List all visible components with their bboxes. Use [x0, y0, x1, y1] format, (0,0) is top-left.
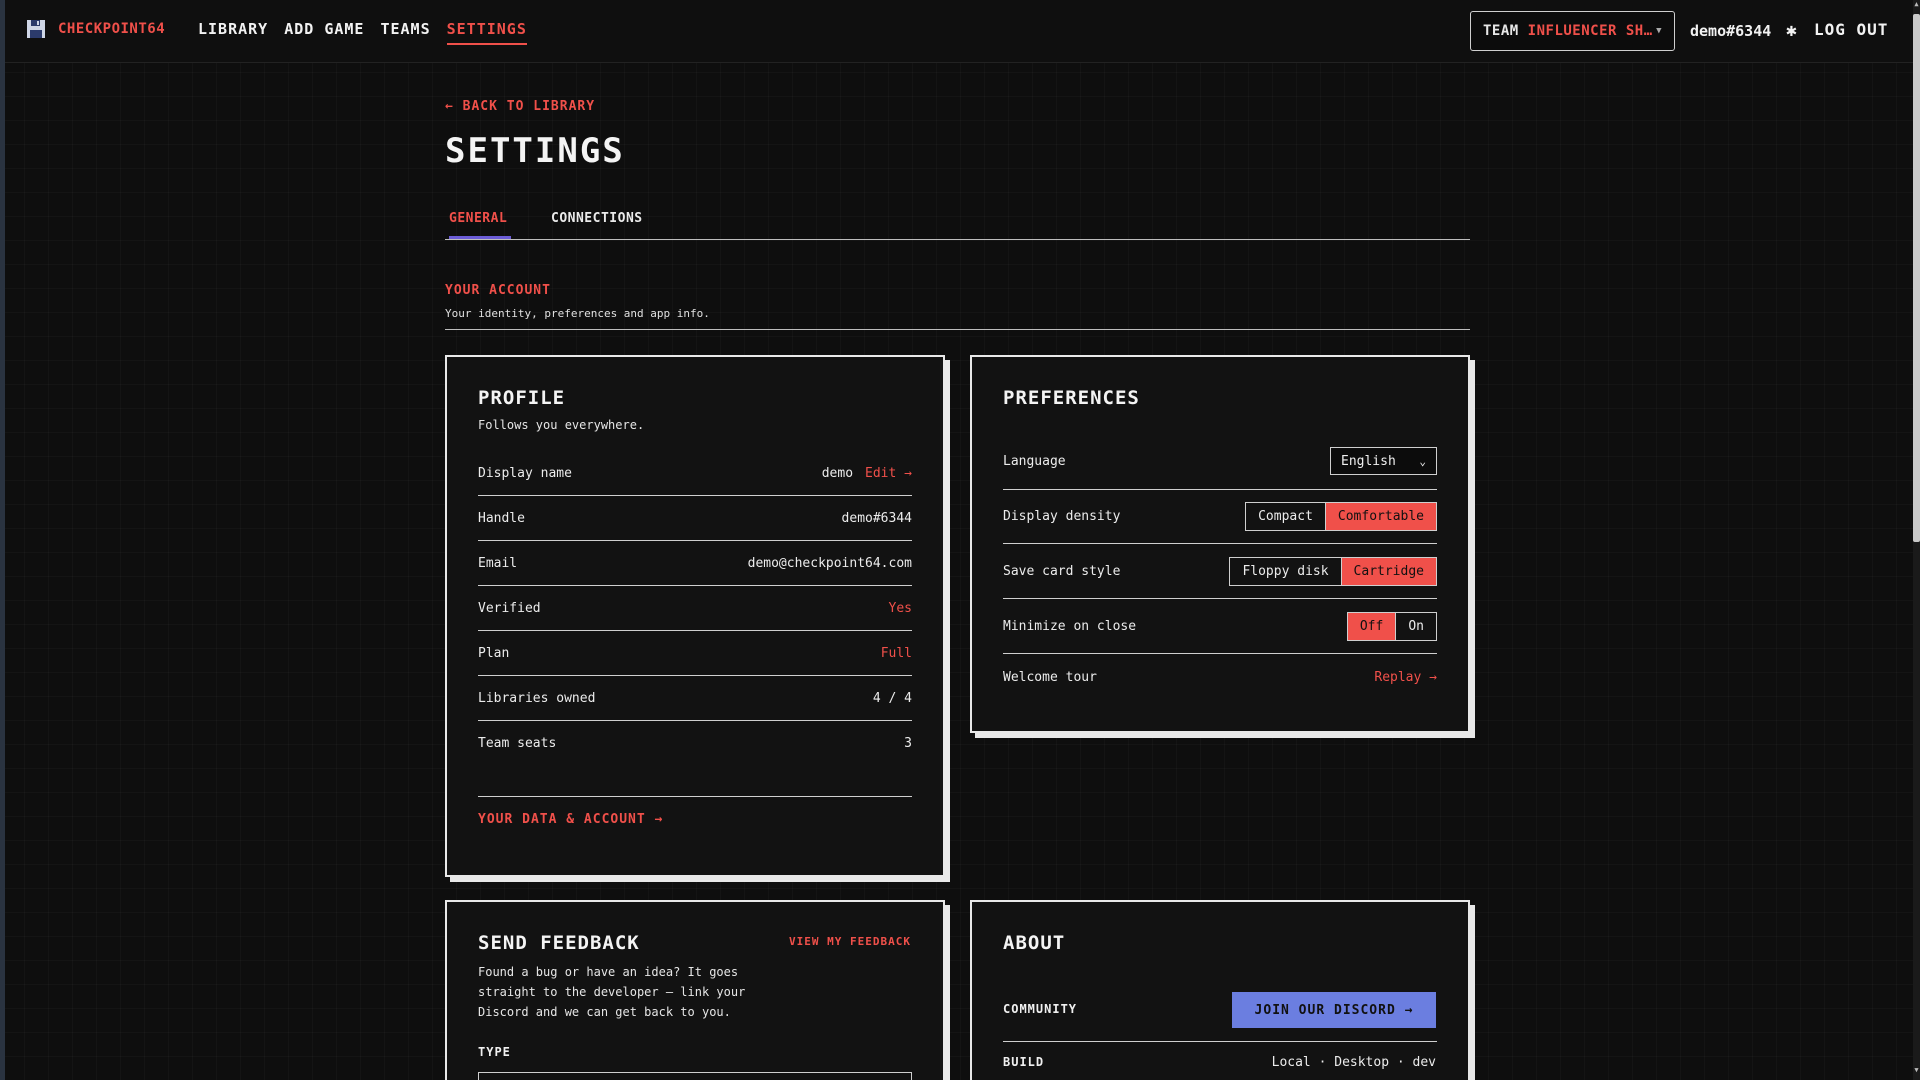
row-value: demo#6344 [841, 510, 912, 526]
tab-connections[interactable]: CONNECTIONS [551, 211, 643, 236]
feedback-description: Found a bug or have an idea? It goes str… [478, 962, 745, 1022]
density-compact-option[interactable]: Compact [1246, 503, 1325, 530]
floppy-disk-icon [27, 20, 45, 38]
chevron-down-icon: ⌄ [1419, 454, 1426, 468]
about-card: ABOUT COMMUNITY JOIN OUR DISCORD → BUILD… [970, 900, 1470, 1080]
join-discord-button[interactable]: JOIN OUR DISCORD → [1232, 992, 1436, 1028]
feedback-line: Discord and we can get back to you. [478, 1005, 731, 1019]
logout-button[interactable]: LOG OUT [1814, 20, 1888, 39]
profile-row-display-name: Display name demo Edit → [478, 451, 912, 496]
top-navigation-bar: CHECKPOINT64 LIBRARY ADD GAME TEAMS SETT… [5, 0, 1913, 63]
row-label: Handle [478, 510, 525, 526]
background-window-edge [0, 0, 5, 1080]
user-handle[interactable]: demo#6344 [1690, 22, 1771, 40]
preferences-card: PREFERENCES Language English ⌄ Display d… [970, 355, 1470, 733]
row-value: 4 / 4 [872, 690, 912, 706]
team-select[interactable]: TEAM INFLUENCER SH… ▼ [1470, 11, 1675, 51]
profile-row-handle: Handle demo#6344 [478, 496, 912, 541]
about-title: ABOUT [1003, 932, 1066, 954]
pref-row-tour: Welcome tour Replay → [1003, 654, 1437, 700]
section-divider [445, 329, 1470, 330]
scroll-up-arrow-icon[interactable]: ▲ [1913, 0, 1920, 10]
card-style-label: Save card style [1003, 563, 1121, 579]
feedback-line: Found a bug or have an idea? It goes [478, 965, 739, 979]
row-value: Yes [888, 600, 912, 616]
team-name: INFLUENCER SH… [1527, 23, 1653, 39]
brand[interactable]: CHECKPOINT64 [26, 19, 165, 39]
tab-general[interactable]: GENERAL [449, 211, 512, 239]
feedback-title: SEND FEEDBACK [478, 932, 640, 954]
data-account-link[interactable]: YOUR DATA & ACCOUNT → [478, 812, 663, 827]
section-title: YOUR ACCOUNT [445, 283, 551, 298]
about-divider [1003, 1041, 1437, 1042]
row-value: demo@checkpoint64.com [747, 555, 912, 571]
tour-label: Welcome tour [1003, 669, 1097, 685]
pref-row-density: Display density Compact Comfortable [1003, 489, 1437, 544]
pref-row-language: Language English ⌄ [1003, 433, 1437, 489]
profile-row-email: Email demo@checkpoint64.com [478, 541, 912, 586]
minimize-off-option[interactable]: Off [1347, 612, 1396, 640]
minimize-on-option[interactable]: On [1395, 612, 1436, 640]
theme-toggle-icon[interactable]: ✱ [1786, 20, 1797, 41]
language-value: English [1341, 453, 1396, 469]
profile-subtitle: Follows you everywhere. [478, 418, 645, 432]
language-label: Language [1003, 453, 1066, 469]
replay-tour-link[interactable]: Replay → [1374, 670, 1437, 685]
team-prefix: TEAM [1483, 23, 1528, 39]
card-style-toggle: Floppy disk Cartridge [1229, 556, 1437, 586]
nav-settings[interactable]: SETTINGS [446, 20, 527, 45]
settings-tabs: GENERAL CONNECTIONS [445, 205, 1470, 240]
build-value: Local · Desktop · dev [1271, 1055, 1436, 1070]
profile-row-verified: Verified Yes [478, 586, 912, 631]
feedback-card: SEND FEEDBACK VIEW MY FEEDBACK Found a b… [445, 900, 945, 1080]
build-label: BUILD [1003, 1055, 1045, 1069]
card-style-cartridge-option[interactable]: Cartridge [1340, 557, 1436, 585]
type-label: TYPE [478, 1045, 511, 1059]
language-select[interactable]: English ⌄ [1330, 447, 1437, 475]
density-label: Display density [1003, 509, 1121, 524]
row-label: Plan [478, 645, 510, 661]
section-subtitle: Your identity, preferences and app info. [445, 307, 710, 320]
nav-teams[interactable]: TEAMS [380, 20, 430, 45]
feedback-line: straight to the developer — link your [478, 985, 746, 999]
row-label: Team seats [478, 736, 557, 751]
nav-library[interactable]: LIBRARY [198, 20, 268, 45]
edit-display-name-link[interactable]: Edit → [865, 466, 912, 481]
profile-title: PROFILE [478, 387, 566, 409]
card-style-floppy-option[interactable]: Floppy disk [1230, 558, 1340, 585]
chevron-down-icon: ▼ [1656, 26, 1662, 36]
scroll-down-arrow-icon[interactable]: ▼ [1913, 1066, 1920, 1076]
density-comfortable-option[interactable]: Comfortable [1324, 503, 1436, 530]
view-feedback-link[interactable]: VIEW MY FEEDBACK [789, 935, 911, 948]
row-label: Verified [478, 600, 541, 616]
profile-row-libraries: Libraries owned 4 / 4 [478, 676, 912, 721]
row-label: Display name [478, 465, 572, 481]
profile-row-team-seats: Team seats 3 [478, 721, 912, 766]
minimize-toggle: Off On [1346, 611, 1437, 641]
row-label: Libraries owned [478, 690, 596, 706]
page-title: SETTINGS [445, 131, 625, 171]
row-value: 3 [904, 736, 912, 751]
community-label: COMMUNITY [1003, 1002, 1078, 1016]
nav-links: LIBRARY ADD GAME TEAMS SETTINGS [198, 20, 527, 45]
row-value: Full [880, 645, 912, 661]
profile-row-plan: Plan Full [478, 631, 912, 676]
pref-row-card-style: Save card style Floppy disk Cartridge [1003, 544, 1437, 599]
page-scrollbar[interactable]: ▲ ▼ [1913, 0, 1920, 1080]
pref-row-minimize: Minimize on close Off On [1003, 599, 1437, 654]
row-value: demo [821, 465, 854, 481]
feedback-type-select[interactable] [478, 1072, 912, 1080]
back-to-library-link[interactable]: ← BACK TO LIBRARY [445, 99, 595, 114]
density-toggle: Compact Comfortable [1245, 502, 1437, 531]
profile-divider [478, 796, 912, 797]
row-label: Email [478, 555, 518, 571]
nav-add-game[interactable]: ADD GAME [284, 20, 364, 45]
minimize-label: Minimize on close [1003, 618, 1137, 634]
preferences-title: PREFERENCES [1003, 387, 1140, 409]
scroll-thumb[interactable] [1913, 14, 1920, 542]
profile-card: PROFILE Follows you everywhere. Display … [445, 355, 945, 877]
brand-name: CHECKPOINT64 [58, 21, 166, 37]
